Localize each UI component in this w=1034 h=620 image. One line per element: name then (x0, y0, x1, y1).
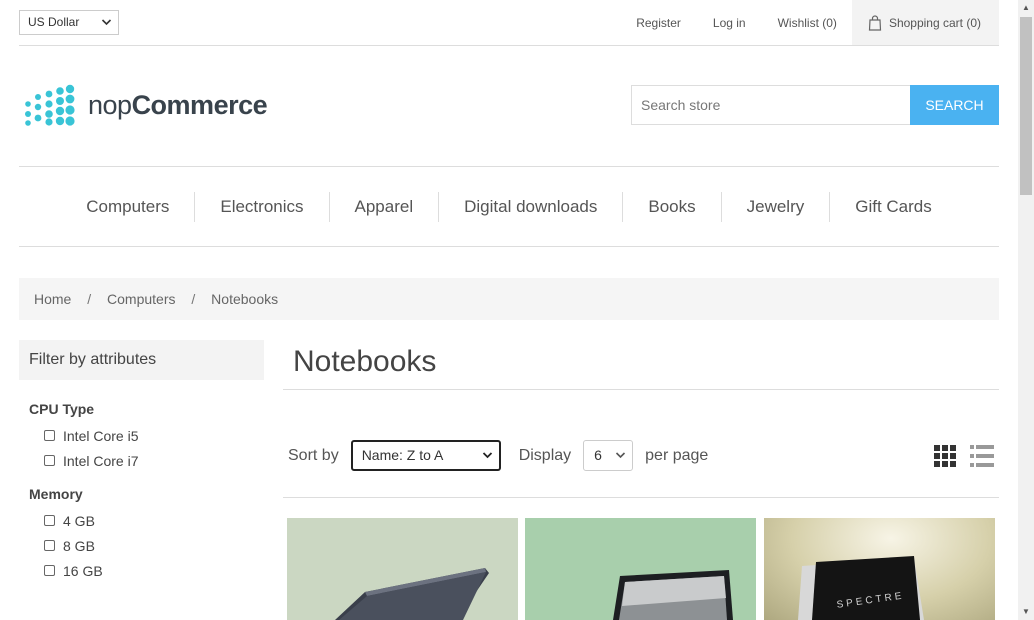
menu-item-books[interactable]: Books (622, 191, 720, 222)
breadcrumb: Home / Computers / Notebooks (19, 278, 999, 320)
laptop-image: SPECTRE (798, 556, 924, 620)
shopping-cart-label: Shopping cart (0) (888, 15, 981, 30)
breadcrumb-home[interactable]: Home (34, 291, 71, 307)
chevron-down-icon (101, 11, 112, 43)
filter-option[interactable]: 8 GB (29, 533, 259, 558)
product-sorting-bar: Sort by Name: Z to A Display 6 per page (288, 440, 708, 471)
logo-text-bold: Commerce (131, 89, 268, 120)
checkbox[interactable] (44, 455, 55, 466)
filter-option-label: Intel Core i5 (63, 427, 139, 444)
logo-wordmark: nopCommerce (88, 89, 268, 121)
page-size-select[interactable]: 6 (583, 440, 634, 471)
top-menu: Computers Electronics Apparel Digital do… (19, 166, 999, 247)
menu-item-jewelry[interactable]: Jewelry (720, 191, 830, 222)
scrollbar-thumb[interactable] (1020, 17, 1032, 195)
product-image[interactable] (287, 518, 518, 620)
search-input[interactable]: Search store (631, 85, 911, 125)
filter-option-label: 4 GB (63, 512, 95, 529)
page-size-value: 6 (594, 447, 602, 463)
filter-option-label: Intel Core i7 (63, 452, 139, 469)
menu-item-gift-cards[interactable]: Gift Cards (829, 191, 957, 222)
menu-item-electronics[interactable]: Electronics (194, 191, 328, 222)
page-scrollbar[interactable]: ▲ ▼ (1018, 0, 1034, 620)
filter-option[interactable]: 16 GB (29, 558, 259, 583)
shopping-cart-link[interactable]: Shopping cart (0) (851, 0, 999, 45)
header-links-bar: US Dollar Register Log in Wishlist (0) S… (19, 0, 999, 46)
list-view-icon[interactable] (970, 445, 994, 467)
shopping-bag-icon (868, 14, 882, 31)
filter-group-memory: Memory 4 GB 8 GB 16 GB (29, 484, 259, 583)
menu-item-digital-downloads[interactable]: Digital downloads (438, 191, 622, 222)
per-page-label: per page (645, 446, 709, 464)
product-image[interactable]: SPECTRE (764, 518, 995, 620)
chevron-down-icon (482, 442, 493, 480)
page: US Dollar Register Log in Wishlist (0) S… (0, 0, 1018, 620)
wishlist-link[interactable]: Wishlist (0) (778, 16, 837, 30)
sort-by-label: Sort by (288, 446, 339, 464)
currency-selector[interactable]: US Dollar (19, 10, 119, 35)
filter-group-title: Memory (29, 486, 83, 502)
filter-group-cpu-type: CPU Type Intel Core i5 Intel Core i7 (29, 399, 259, 473)
filter-group-title: CPU Type (29, 401, 95, 417)
header-links: Register Log in Wishlist (0) Shopping ca… (604, 0, 999, 45)
breadcrumb-separator: / (191, 291, 196, 307)
logo-text-light: nop (88, 89, 132, 120)
filter-option-label: 8 GB (63, 537, 95, 554)
breadcrumb-current: Notebooks (211, 291, 279, 307)
checkbox[interactable] (44, 565, 55, 576)
laptop-image (613, 570, 733, 620)
filter-option[interactable]: Intel Core i7 (29, 448, 259, 473)
checkbox[interactable] (44, 430, 55, 441)
page-title: Notebooks (293, 345, 437, 378)
display-label: Display (518, 446, 572, 464)
grid-view-icon[interactable] (934, 445, 956, 467)
checkbox[interactable] (44, 515, 55, 526)
filter-option[interactable]: Intel Core i5 (29, 423, 259, 448)
breadcrumb-separator: / (87, 291, 92, 307)
breadcrumb-computers[interactable]: Computers (107, 291, 175, 307)
logo-dots-icon (25, 84, 75, 126)
chevron-down-icon (615, 441, 626, 482)
filter-option[interactable]: 4 GB (29, 508, 259, 533)
login-link[interactable]: Log in (713, 16, 746, 30)
search-button[interactable]: SEARCH (910, 85, 999, 125)
currency-value: US Dollar (28, 15, 80, 29)
laptop-image (335, 568, 489, 620)
menu-item-apparel[interactable]: Apparel (328, 191, 439, 222)
menu-item-computers[interactable]: Computers (61, 192, 194, 222)
sort-by-select[interactable]: Name: Z to A (350, 440, 501, 471)
scroll-up-icon[interactable]: ▲ (1018, 0, 1034, 16)
product-image[interactable] (525, 518, 756, 620)
sort-by-value: Name: Z to A (361, 447, 444, 463)
filter-option-label: 16 GB (63, 562, 103, 579)
store-logo[interactable]: nopCommerce (22, 84, 268, 126)
filter-title: Filter by attributes (19, 340, 264, 380)
scroll-down-icon[interactable]: ▼ (1018, 604, 1034, 620)
divider (283, 389, 999, 390)
checkbox[interactable] (44, 540, 55, 551)
register-link[interactable]: Register (636, 16, 681, 30)
divider (283, 497, 999, 498)
